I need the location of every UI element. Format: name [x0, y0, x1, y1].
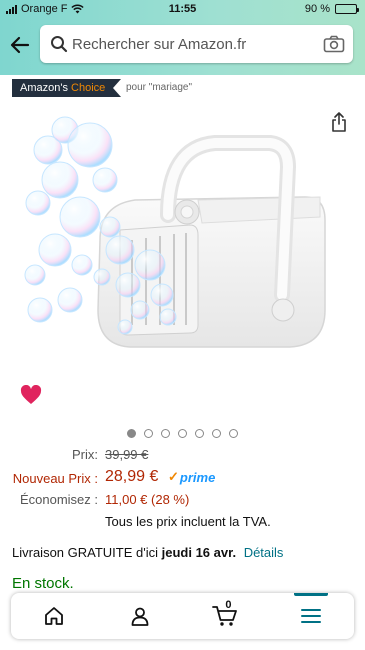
economisez-label: Économisez : — [19, 492, 98, 507]
prix-label: Prix: — [72, 447, 98, 462]
nav-menu[interactable] — [268, 593, 354, 639]
heart-icon[interactable] — [20, 385, 42, 405]
account-icon — [131, 607, 149, 626]
nav-cart[interactable]: 0 — [183, 593, 269, 639]
battery-icon — [335, 4, 359, 14]
status-bar: Orange F 11:55 90 % — [0, 0, 365, 20]
carousel-dot[interactable] — [229, 429, 238, 438]
stock-status: En stock. — [12, 575, 74, 592]
prime-check-icon: ✓ — [168, 469, 179, 484]
carousel-dot[interactable] — [161, 429, 170, 438]
prime-badge: ✓ prime — [168, 469, 215, 485]
nouveau-prix-value: 28,99 € — [105, 468, 159, 485]
nouveau-prix-label: Nouveau Prix : — [12, 471, 98, 486]
prime-label: prime — [179, 469, 216, 485]
carousel-dot[interactable] — [212, 429, 221, 438]
prix-old: 39,99 € — [105, 447, 149, 462]
delivery-info: Livraison GRATUITE d'ici jeudi 16 avr. D… — [12, 545, 283, 560]
badge-amazons: Amazon's — [20, 82, 68, 94]
nav-home[interactable] — [11, 593, 97, 639]
details-link[interactable]: Détails — [244, 545, 284, 560]
carousel-dot[interactable] — [178, 429, 187, 438]
nav-account[interactable] — [97, 593, 183, 639]
header-bar: Orange F 11:55 90 % — [0, 0, 365, 75]
economisez-value: 11,00 € (28 %) — [105, 492, 190, 507]
tva-note: Tous les prix incluent la TVA. — [105, 514, 271, 529]
camera-icon[interactable] — [323, 35, 345, 53]
badge-context: pour "mariage" — [126, 82, 193, 93]
back-arrow-icon[interactable] — [8, 33, 32, 57]
menu-icon — [301, 609, 322, 623]
delivery-prefix: Livraison GRATUITE d'ici — [12, 545, 158, 560]
carousel-dot[interactable] — [127, 429, 136, 438]
search-input[interactable] — [72, 33, 312, 55]
home-icon — [44, 607, 63, 625]
carousel-dot[interactable] — [144, 429, 153, 438]
amazons-choice-badge: Amazon's Choice — [12, 79, 122, 97]
delivery-date: jeudi 16 avr. — [161, 545, 237, 560]
search-icon — [51, 36, 68, 53]
search-bar[interactable] — [40, 25, 353, 63]
badge-choice: Choice — [71, 82, 106, 94]
product-image[interactable] — [20, 105, 345, 410]
bottom-nav: 0 — [11, 593, 354, 639]
battery-percent: 90 % — [304, 3, 330, 15]
cart-count: 0 — [225, 599, 232, 611]
carousel-dots — [0, 429, 365, 438]
carousel-dot[interactable] — [195, 429, 204, 438]
